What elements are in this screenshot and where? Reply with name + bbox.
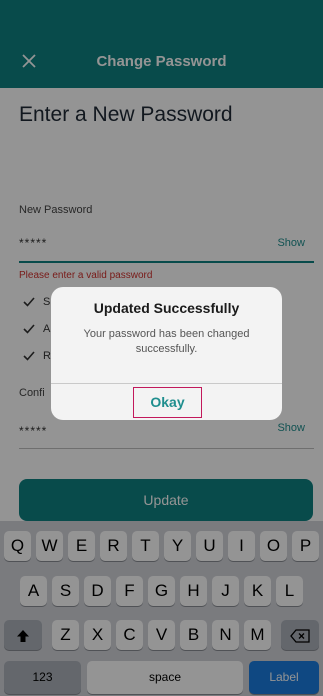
dialog-divider: [51, 383, 282, 384]
success-dialog: Updated Successfully Your password has b…: [51, 287, 282, 420]
dialog-title: Updated Successfully: [93, 300, 240, 316]
okay-button[interactable]: Okay: [133, 387, 202, 418]
dialog-message: Your password has been changed successfu…: [83, 328, 250, 355]
